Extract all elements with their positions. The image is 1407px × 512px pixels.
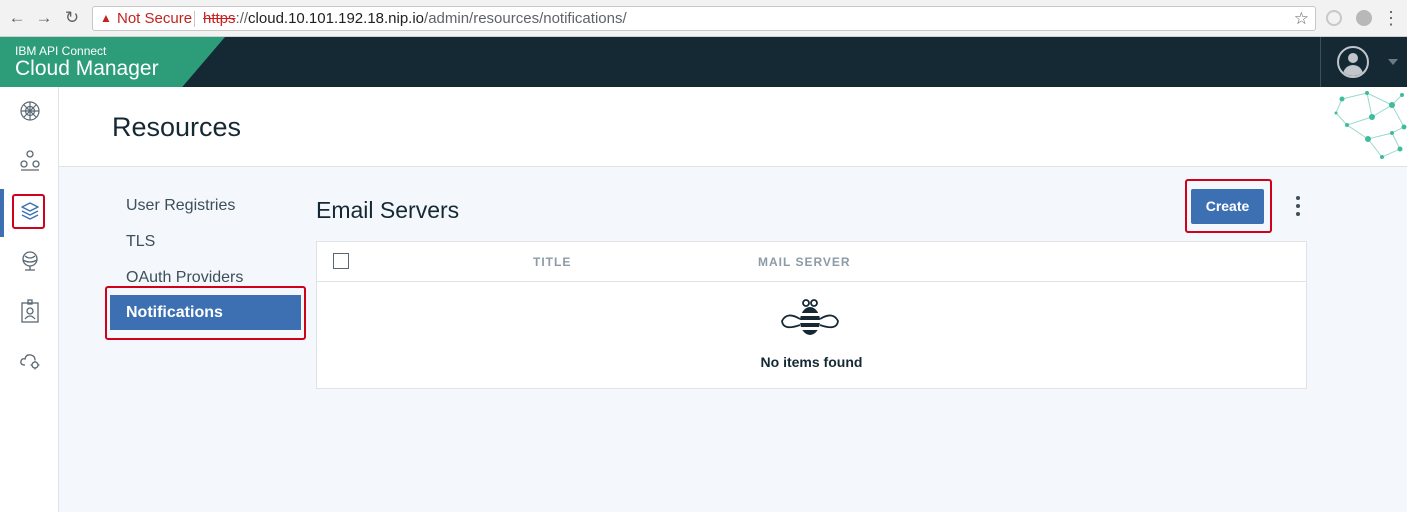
rail-active-indicator xyxy=(0,189,4,237)
brand-banner[interactable]: IBM API Connect Cloud Manager xyxy=(0,37,225,87)
network-pattern-icon xyxy=(1334,91,1407,159)
column-header-title[interactable]: TITLE xyxy=(533,255,571,269)
provider-orgs-icon xyxy=(21,251,38,271)
rail-dashboard[interactable] xyxy=(0,88,59,134)
rail-provider-orgs[interactable] xyxy=(0,238,59,284)
user-avatar-icon[interactable] xyxy=(1337,46,1369,78)
url-scheme: https xyxy=(203,10,236,27)
reload-icon[interactable]: ↻ xyxy=(62,8,82,28)
url-separator: :// xyxy=(235,10,249,27)
browser-toolbar: ← → ↻ ▲ Not Secure https://cloud.10.101.… xyxy=(0,0,1407,37)
page-header: Resources xyxy=(59,87,1407,167)
members-icon xyxy=(20,299,39,323)
user-menu-caret-icon[interactable] xyxy=(1388,59,1398,65)
url-divider xyxy=(194,11,195,27)
security-label: Not Secure xyxy=(117,10,193,27)
left-nav-rail xyxy=(0,87,59,512)
rail-settings[interactable] xyxy=(0,338,59,384)
dashboard-icon xyxy=(19,101,40,121)
overflow-menu-icon[interactable] xyxy=(1293,195,1303,219)
subnav-tls[interactable]: TLS xyxy=(126,233,155,251)
section-title: Email Servers xyxy=(316,197,460,223)
select-all-checkbox[interactable] xyxy=(333,253,349,269)
highlight-box xyxy=(105,286,306,340)
highlight-box xyxy=(12,194,45,229)
rail-members[interactable] xyxy=(0,288,59,334)
back-icon[interactable]: ← xyxy=(7,8,27,28)
page-title: Resources xyxy=(112,112,242,142)
column-header-mail-server[interactable]: MAIL SERVER xyxy=(758,255,851,269)
app-header: IBM API Connect Cloud Manager xyxy=(0,37,1407,87)
extension-icon[interactable] xyxy=(1326,10,1342,26)
empty-state-text: No items found xyxy=(760,354,863,370)
warning-icon: ▲ xyxy=(100,11,112,25)
url-host: cloud.10.101.192.18.nip.io xyxy=(248,10,425,27)
browser-menu-icon[interactable]: ⋮ xyxy=(1381,8,1401,28)
brand-subtitle: IBM API Connect xyxy=(15,44,107,58)
table-header: TITLE MAIL SERVER xyxy=(317,242,1306,282)
subnav-user-registries[interactable]: User Registries xyxy=(126,197,235,215)
topology-icon xyxy=(19,150,40,171)
settings-icon xyxy=(19,354,39,370)
email-servers-table: TITLE MAIL SERVER No items found xyxy=(316,241,1307,389)
header-divider xyxy=(1320,37,1321,87)
url-text[interactable]: https://cloud.10.101.192.18.nip.io/admin… xyxy=(203,7,627,30)
url-path: /admin/resources/notifications/ xyxy=(424,10,627,27)
highlight-box xyxy=(1185,179,1272,233)
subnav-oauth-providers[interactable]: OAuth Providers xyxy=(126,269,243,287)
extension-icon[interactable] xyxy=(1356,10,1372,26)
brand-title: Cloud Manager xyxy=(15,57,159,80)
bee-icon xyxy=(781,299,839,335)
address-bar[interactable]: ▲ Not Secure https://cloud.10.101.192.18… xyxy=(92,6,1316,31)
forward-icon[interactable]: → xyxy=(34,8,54,28)
bookmark-star-icon[interactable]: ☆ xyxy=(1294,7,1309,30)
rail-topology[interactable] xyxy=(0,137,59,183)
